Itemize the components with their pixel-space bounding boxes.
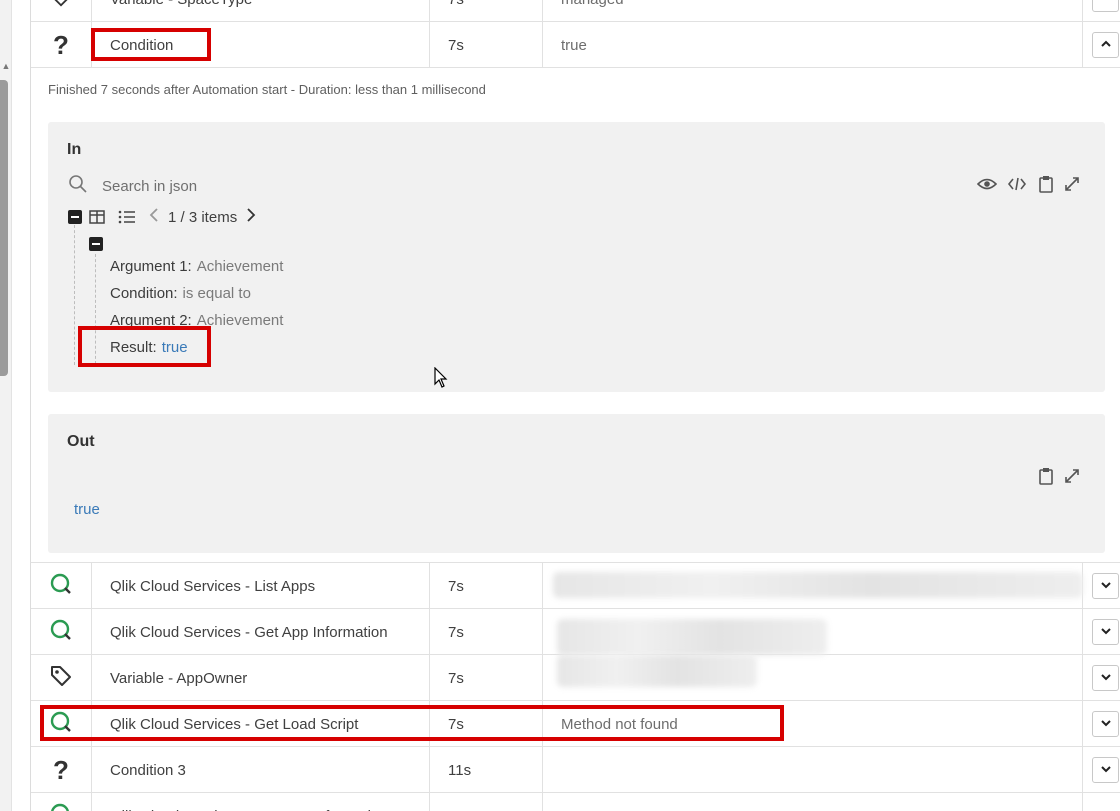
chevron-down-icon <box>1100 762 1112 779</box>
block-name: Qlik Cloud Services - Get Load Script <box>92 701 430 747</box>
eye-icon[interactable] <box>976 174 998 194</box>
expand-button[interactable] <box>1092 619 1119 645</box>
json-field: Argument 2: Achievement <box>110 312 284 329</box>
expand-icon[interactable] <box>1062 174 1082 194</box>
table-row[interactable]: Qlik Cloud Services - List Apps 7s <box>31 563 1120 609</box>
qlik-icon <box>50 573 72 599</box>
block-name: Condition <box>92 22 430 68</box>
table-row[interactable]: Qlik Cloud Services - Get App Informatio… <box>31 609 1120 655</box>
in-panel: In 1 / 3 items Argu <box>48 122 1105 392</box>
search-icon <box>68 174 88 199</box>
json-field: Condition: is equal to <box>110 285 251 302</box>
out-panel-title: Out <box>67 433 95 450</box>
pager-text: 1 / 3 items <box>168 208 238 226</box>
expand-icon[interactable] <box>1062 466 1082 486</box>
block-time: 7s <box>430 701 543 747</box>
block-time: 11s <box>430 747 543 793</box>
expand-button[interactable] <box>1092 711 1119 737</box>
block-name: Qlik Cloud Services - List Apps <box>92 563 430 609</box>
clipboard-icon[interactable] <box>1036 174 1056 194</box>
redacted-result <box>557 655 757 687</box>
table-row[interactable]: Variable - AppOwner 7s <box>31 655 1120 701</box>
list-view-icon[interactable] <box>118 208 136 226</box>
block-name: Variable - AppOwner <box>92 655 430 701</box>
block-result <box>543 563 1083 609</box>
collapse-all-icon[interactable] <box>67 209 83 225</box>
block-result <box>543 655 1083 701</box>
chevron-left-icon[interactable] <box>148 207 160 227</box>
block-time <box>430 793 543 811</box>
question-icon: ? <box>53 754 69 785</box>
table-row[interactable]: Qlik Cloud Services - Get App Informatio… <box>31 793 1120 811</box>
expand-button[interactable] <box>1092 757 1119 783</box>
block-name: Qlik Cloud Services - Get App Informatio… <box>92 793 430 811</box>
redacted-result <box>553 572 1083 598</box>
block-name: Qlik Cloud Services - Get App Informatio… <box>92 609 430 655</box>
qlik-icon <box>50 711 72 737</box>
block-result <box>543 609 1083 655</box>
out-value: true <box>74 501 100 518</box>
scrollbar-thumb[interactable] <box>0 80 8 376</box>
chevron-right-icon[interactable] <box>245 207 257 227</box>
question-icon: ? <box>53 29 69 60</box>
table-row[interactable]: Variable - SpaceType 7s managed <box>31 0 1120 22</box>
chevron-up-icon <box>1100 37 1112 54</box>
chevron-down-icon <box>1100 578 1112 595</box>
json-field-result: Result: true <box>110 339 188 356</box>
chevron-down-icon <box>1100 716 1112 733</box>
block-result <box>543 793 1083 811</box>
block-time: 7s <box>430 0 543 22</box>
json-field: Argument 1: Achievement <box>110 258 284 275</box>
scroll-up-arrow-icon[interactable]: ▲ <box>1 60 11 72</box>
run-log-table-lower: Qlik Cloud Services - List Apps 7s Qlik … <box>30 562 1120 811</box>
chevron-down-icon <box>1100 670 1112 687</box>
expand-button[interactable] <box>1092 573 1119 599</box>
chevron-down-icon <box>1100 624 1112 641</box>
block-time: 7s <box>430 563 543 609</box>
block-result: true <box>543 22 1083 68</box>
collapse-button[interactable] <box>1092 32 1119 58</box>
table-row[interactable]: ? Condition 3 11s <box>31 747 1120 793</box>
tag-icon <box>49 664 73 692</box>
redacted-result <box>557 619 827 655</box>
tag-icon <box>50 0 72 12</box>
block-result: managed <box>543 0 1083 22</box>
code-icon[interactable] <box>1006 174 1028 194</box>
block-result: Method not found <box>543 701 1083 747</box>
left-scrollbar[interactable]: ▲ <box>0 0 12 811</box>
clipboard-icon[interactable] <box>1036 466 1056 486</box>
block-result <box>543 747 1083 793</box>
qlik-icon <box>50 803 72 811</box>
execution-meta: Finished 7 seconds after Automation star… <box>48 82 486 97</box>
block-time: 7s <box>430 655 543 701</box>
block-name: Variable - SpaceType <box>92 0 430 22</box>
collapse-node-icon[interactable] <box>88 236 104 252</box>
block-time: 7s <box>430 22 543 68</box>
expand-button[interactable] <box>1092 0 1119 12</box>
block-name: Condition 3 <box>92 747 430 793</box>
out-panel: Out true <box>48 414 1105 553</box>
table-row[interactable]: ? Condition 7s true <box>31 22 1120 68</box>
json-search-input[interactable] <box>102 178 402 195</box>
in-panel-title: In <box>67 141 82 158</box>
mouse-cursor-icon <box>434 366 448 394</box>
block-time: 7s <box>430 609 543 655</box>
expand-button[interactable] <box>1092 665 1119 691</box>
table-view-icon[interactable] <box>88 208 106 226</box>
table-row[interactable]: Qlik Cloud Services - Get Load Script 7s… <box>31 701 1120 747</box>
qlik-icon <box>50 619 72 645</box>
